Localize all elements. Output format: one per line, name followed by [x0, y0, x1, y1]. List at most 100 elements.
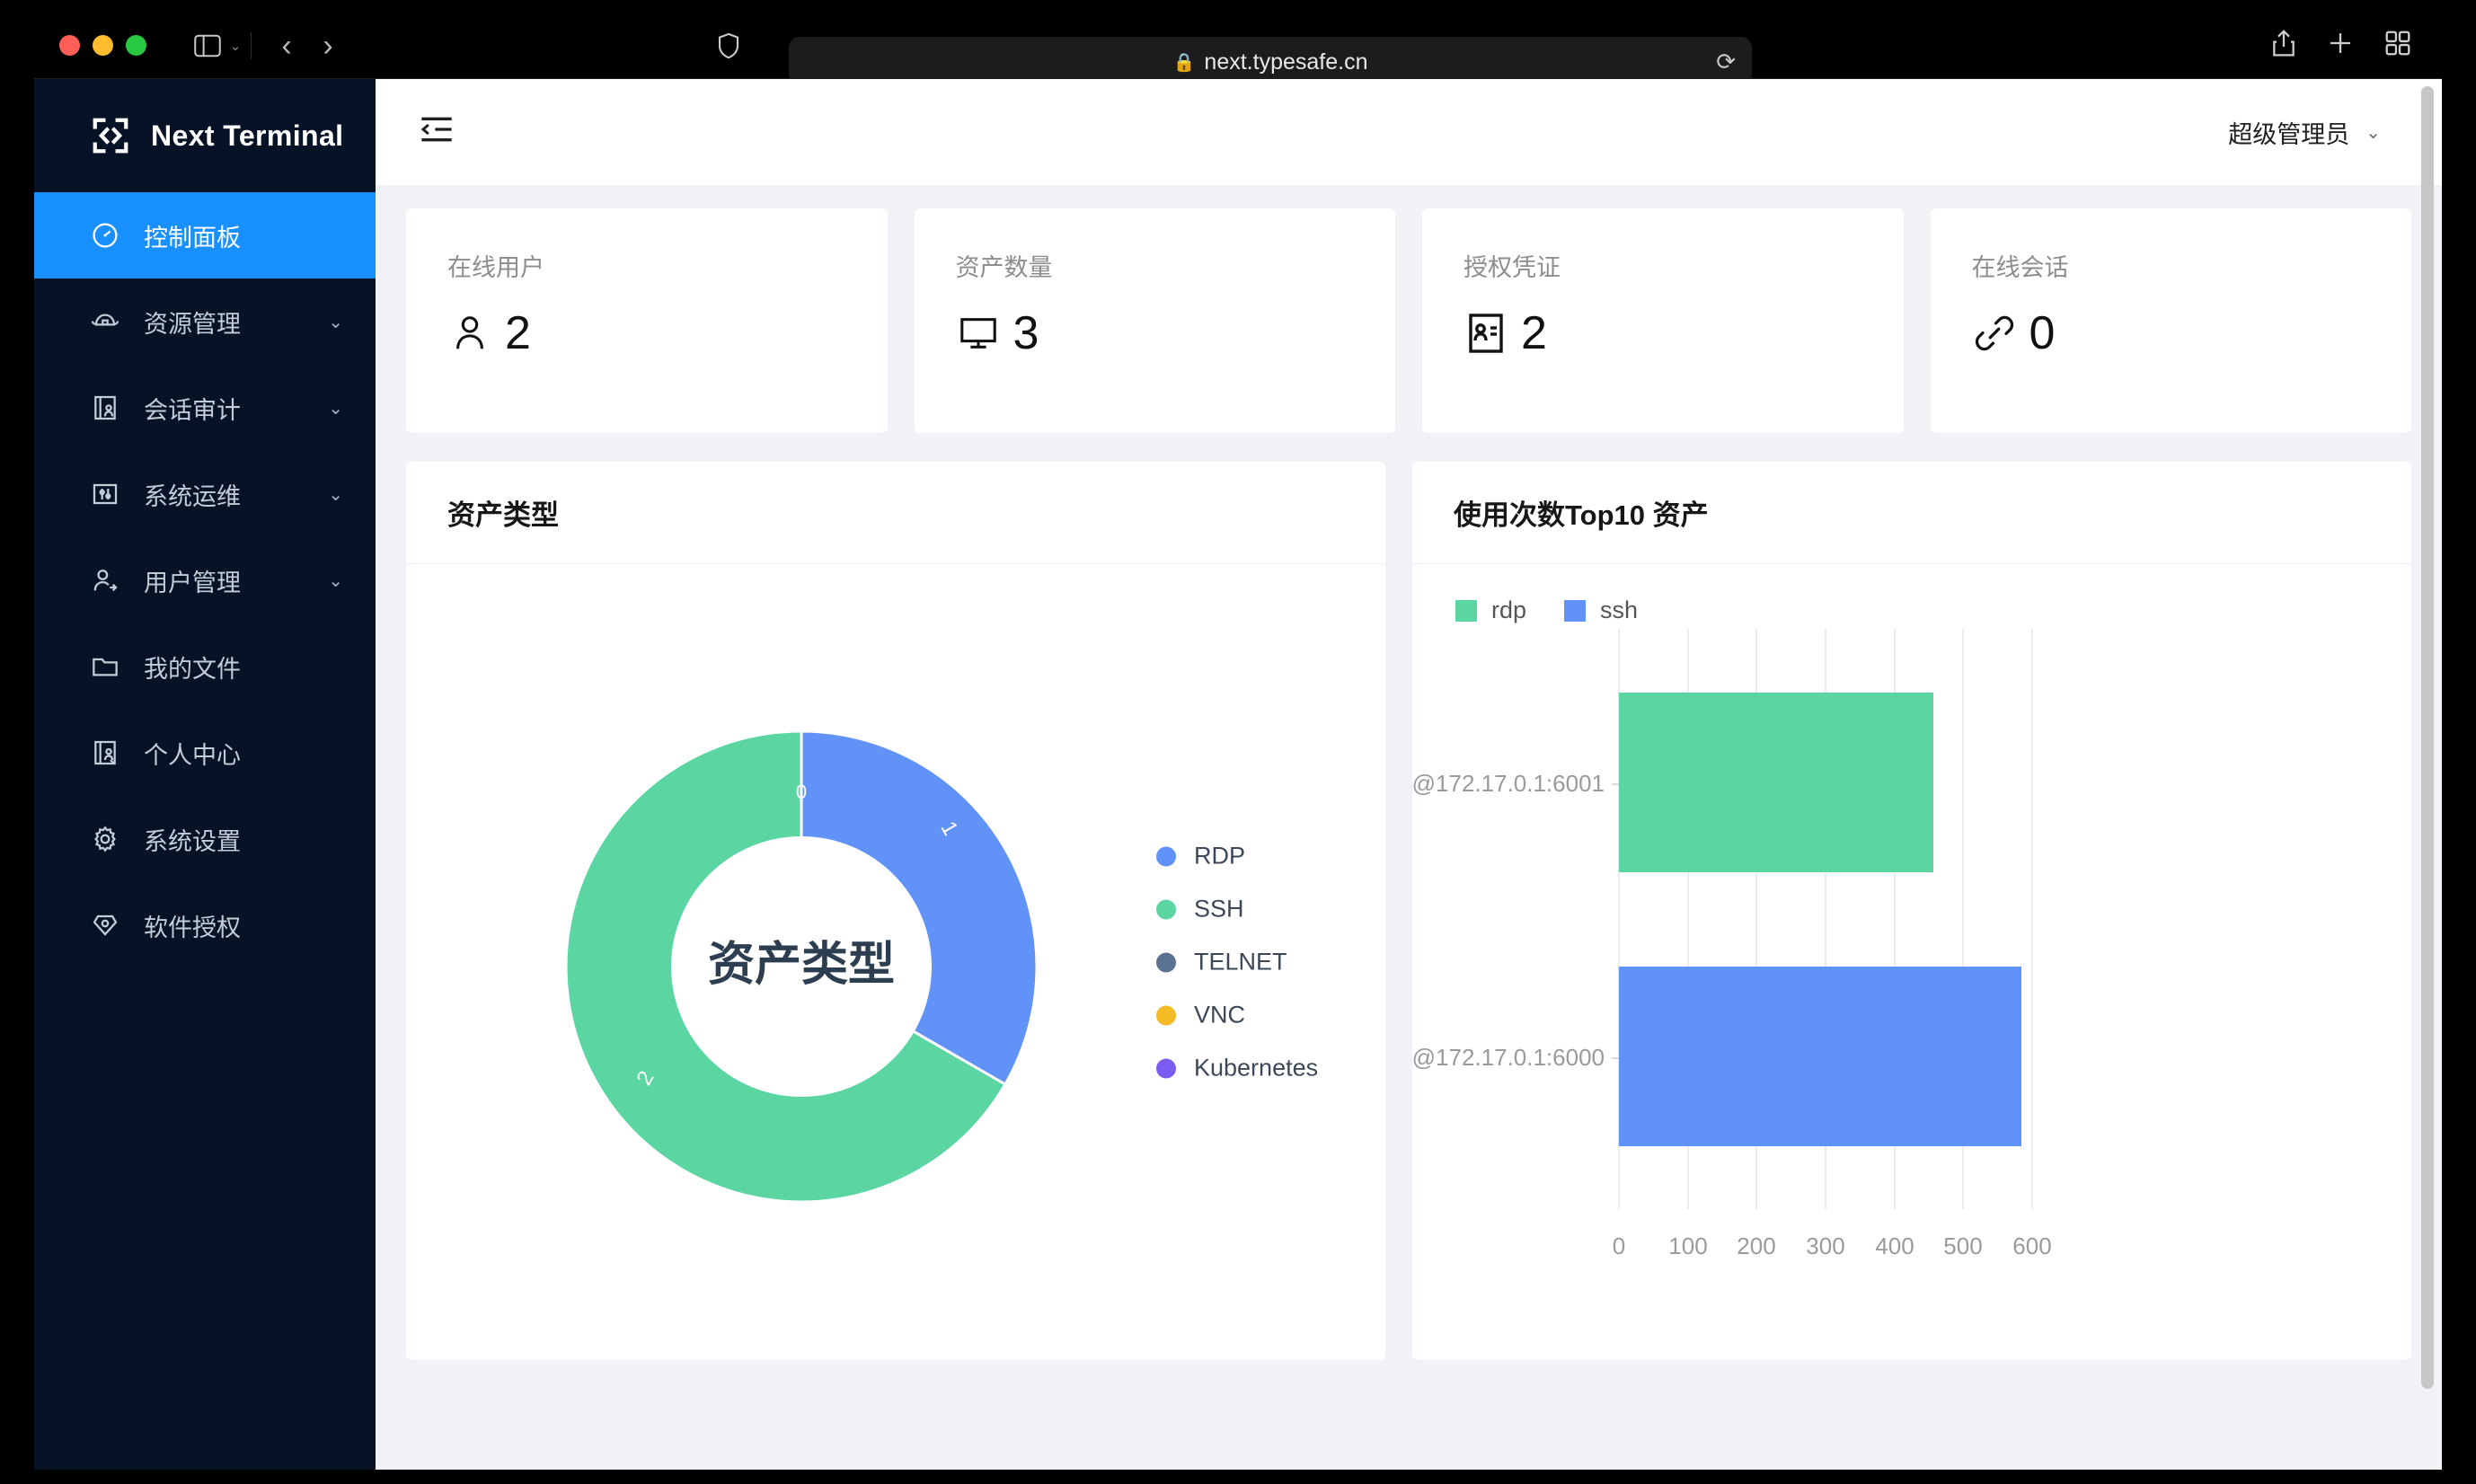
maximize-window-button[interactable]	[126, 35, 146, 56]
donut-label-zero: 0	[796, 781, 807, 803]
donut-center-label: 资产类型	[708, 939, 895, 991]
stat-cards: 在线用户 2 资产数量	[406, 208, 2411, 433]
legend-label: RDP	[1194, 843, 1245, 870]
brand-logo[interactable]: Next Terminal	[34, 79, 376, 192]
legend-label: VNC	[1194, 1002, 1245, 1029]
sidebar-item-label: 系统运维	[144, 477, 305, 512]
sidebar-item-label: 软件授权	[144, 908, 343, 943]
stat-value-row: 0	[1972, 310, 2371, 357]
brand-name: Next Terminal	[151, 119, 343, 153]
close-window-button[interactable]	[59, 35, 80, 56]
stat-value: 2	[1521, 310, 1547, 357]
sidebar-item-label: 系统设置	[144, 822, 343, 857]
sidebar-item-users[interactable]: 用户管理 ⌄	[34, 537, 376, 623]
sidebar-item-label: 我的文件	[144, 649, 343, 685]
chevron-right-icon[interactable]: ›	[307, 24, 349, 67]
bar-chart: rdp ssh	[1412, 564, 2411, 1360]
app-header: 超级管理员 ⌄	[376, 79, 2442, 185]
stat-card-asset-count: 资产数量 3	[915, 208, 1396, 433]
chevron-down-icon: ⌄	[2365, 121, 2381, 144]
stat-title: 在线会话	[1972, 248, 2371, 283]
content-column: 超级管理员 ⌄ 在线用户	[376, 79, 2442, 1470]
sidebar-item-label: 会话审计	[144, 391, 305, 426]
browser-toolbar: ⌄ ‹ › 🔒 next.typesafe.cn ⟳	[34, 13, 2442, 79]
sidebar-item-settings[interactable]: 系统设置	[34, 796, 376, 882]
stat-value: 3	[1013, 310, 1039, 357]
gear-icon	[90, 824, 120, 854]
dashboard-icon	[90, 220, 120, 251]
minimize-window-button[interactable]	[93, 35, 113, 56]
bar-category-label-0: ministrator@172.17.0.1:6001	[1412, 770, 1605, 797]
app-sidebar: Next Terminal 控制面板 资源管	[34, 79, 376, 1470]
legend-item-vnc[interactable]: VNC	[1156, 1002, 1318, 1029]
bar-ssh-next[interactable]	[1619, 967, 2021, 1146]
stat-value-row: 2	[447, 310, 846, 357]
sidebar-item-assets[interactable]: 资源管理 ⌄	[34, 278, 376, 365]
shield-icon[interactable]	[717, 24, 740, 67]
legend-item-kubernetes[interactable]: Kubernetes	[1156, 1055, 1318, 1082]
panel-title: 使用次数Top10 资产	[1412, 462, 2411, 564]
x-tick-3: 300	[1806, 1232, 1844, 1259]
panels-row: 资产类型 资产类型	[406, 462, 2411, 1360]
stat-value: 0	[2029, 310, 2056, 357]
page-scrollbar-thumb[interactable]	[2421, 86, 2434, 1389]
url-text: next.typesafe.cn	[1204, 49, 1367, 75]
stat-value-row: 2	[1463, 310, 1862, 357]
donut-chart: 资产类型 0 1 2 RDP	[406, 564, 1385, 1360]
plus-icon[interactable]	[2327, 30, 2354, 61]
legend-item-ssh[interactable]: SSH	[1156, 896, 1318, 923]
sidebar-item-dashboard[interactable]: 控制面板	[34, 192, 376, 278]
ops-icon	[90, 479, 120, 509]
sidebar-item-audit[interactable]: 会话审计 ⌄	[34, 365, 376, 451]
chevron-down-icon[interactable]: ⌄	[328, 311, 343, 333]
legend-label: SSH	[1194, 896, 1244, 923]
bar-category-label-1: next@172.17.0.1:6000	[1412, 1044, 1605, 1071]
tab-overview-icon[interactable]	[2384, 30, 2411, 61]
sidebar-item-ops[interactable]: 系统运维 ⌄	[34, 451, 376, 537]
sidebar-item-label: 个人中心	[144, 736, 343, 771]
lock-icon: 🔒	[1173, 51, 1196, 74]
browser-window: ⌄ ‹ › 🔒 next.typesafe.cn ⟳	[34, 13, 2442, 1470]
sidebar-item-my-files[interactable]: 我的文件	[34, 623, 376, 710]
chevron-down-icon[interactable]: ⌄	[328, 397, 343, 420]
legend-dot-vnc	[1156, 1005, 1176, 1025]
user-menu[interactable]: 超级管理员 ⌄	[2228, 115, 2381, 150]
chevron-left-icon[interactable]: ‹	[266, 24, 307, 67]
sidebar-item-label: 用户管理	[144, 563, 305, 598]
x-tick-5: 500	[1943, 1232, 1982, 1259]
sidebar-toggle-icon[interactable]	[190, 24, 225, 67]
audit-icon	[90, 393, 120, 423]
folder-icon	[90, 651, 120, 682]
legend-item-rdp[interactable]: RDP	[1156, 843, 1318, 870]
reload-icon[interactable]: ⟳	[1716, 49, 1736, 76]
page-scrollbar[interactable]	[2417, 79, 2438, 1470]
legend-item-telnet[interactable]: TELNET	[1156, 949, 1318, 976]
panel-title: 资产类型	[406, 462, 1385, 564]
stat-title: 资产数量	[956, 248, 1355, 283]
sidebar-item-label: 资源管理	[144, 305, 305, 340]
bar-x-tick-labels: 0 100 200 300 400 500 600	[1613, 1232, 2052, 1259]
donut-chart-svg[interactable]: 资产类型 0 1 2	[424, 571, 1179, 1362]
stat-card-credentials: 授权凭证 2	[1422, 208, 1904, 433]
donut-legend: RDP SSH TELNET	[1156, 843, 1318, 1082]
window-traffic-lights	[59, 35, 146, 56]
bar-chart-svg[interactable]: ministrator@172.17.0.1:6001 next@172.17.…	[1412, 564, 2442, 1360]
sidebar-item-label: 控制面板	[144, 218, 343, 253]
stat-value: 2	[505, 310, 531, 357]
page-viewport: Next Terminal 控制面板 资源管	[34, 79, 2442, 1470]
menu-fold-icon[interactable]	[419, 114, 455, 150]
license-icon	[90, 910, 120, 941]
panel-top10-assets: 使用次数Top10 资产 rdp ssh	[1412, 462, 2411, 1360]
sidebar-item-profile[interactable]: 个人中心	[34, 710, 376, 796]
stat-card-online-users: 在线用户 2	[406, 208, 888, 433]
legend-dot-telnet	[1156, 952, 1176, 972]
stat-title: 授权凭证	[1463, 248, 1862, 283]
legend-dot-kubernetes	[1156, 1058, 1176, 1078]
bar-rdp-ministrator[interactable]	[1619, 693, 1933, 872]
sidebar-toggle-chevron-down-icon[interactable]: ⌄	[225, 24, 245, 67]
chevron-down-icon[interactable]: ⌄	[328, 483, 343, 506]
sidebar-item-license[interactable]: 软件授权	[34, 882, 376, 968]
chevron-down-icon[interactable]: ⌄	[328, 570, 343, 592]
share-icon[interactable]	[2271, 29, 2296, 62]
toolbar-divider	[251, 32, 252, 59]
